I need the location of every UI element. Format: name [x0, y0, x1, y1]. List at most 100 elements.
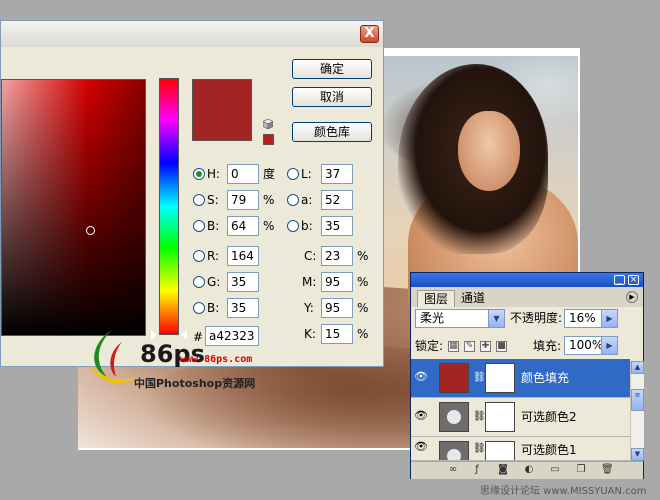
- yellow-label: Y:: [304, 301, 314, 315]
- saturation-field[interactable]: 79: [227, 190, 259, 210]
- lab-l-label: L:: [301, 167, 312, 181]
- fill-field[interactable]: 100% ▶: [564, 336, 618, 355]
- magenta-unit: %: [357, 275, 369, 289]
- eye-icon[interactable]: 👁: [414, 370, 428, 384]
- black-field[interactable]: 15: [321, 324, 353, 344]
- hue-slider[interactable]: [159, 78, 179, 335]
- radio-green[interactable]: [193, 276, 205, 288]
- cyan-field[interactable]: 23: [321, 246, 353, 266]
- color-field-cursor[interactable]: [86, 226, 95, 235]
- scroll-thumb[interactable]: ≡: [631, 389, 644, 411]
- trash-icon[interactable]: 🗑: [601, 464, 614, 476]
- opacity-label: 不透明度:: [510, 311, 563, 325]
- cancel-button[interactable]: 取消: [292, 87, 372, 107]
- radio-red[interactable]: [193, 250, 205, 262]
- radio-lab-b[interactable]: [287, 220, 299, 232]
- lab-b-label: b:: [301, 219, 313, 233]
- layers-panel-titlebar[interactable]: _ ×: [411, 273, 643, 287]
- magenta-label: M:: [302, 275, 317, 289]
- radio-hue[interactable]: [193, 168, 205, 180]
- new-layer-icon[interactable]: ❐: [575, 464, 587, 476]
- color-field[interactable]: [1, 79, 146, 336]
- yellow-unit: %: [357, 301, 369, 315]
- fill-slider-icon[interactable]: ▶: [601, 337, 617, 354]
- chain-link-icon[interactable]: ⛓: [473, 443, 486, 455]
- lab-a-field[interactable]: 52: [321, 190, 353, 210]
- saturation-unit: %: [263, 193, 275, 207]
- chevron-down-icon: ▼: [488, 310, 504, 327]
- lock-position-icon[interactable]: ✚: [480, 341, 491, 352]
- web-safe-cube-icon[interactable]: [263, 119, 273, 129]
- lock-label: 锁定:: [415, 339, 444, 353]
- eye-icon[interactable]: 👁: [414, 409, 428, 423]
- tab-layers[interactable]: 图层: [417, 290, 456, 307]
- adjustment-icon: [447, 449, 461, 460]
- close-icon: X: [364, 26, 375, 41]
- minimize-icon[interactable]: _: [614, 275, 625, 285]
- layer-thumb-color-fill: [439, 363, 469, 393]
- tab-channels[interactable]: 通道: [455, 290, 491, 307]
- black-label: K:: [304, 327, 316, 341]
- new-group-icon[interactable]: ▭: [549, 464, 561, 476]
- fill-label: 填充:: [533, 339, 562, 353]
- adjustment-icon: [447, 410, 461, 424]
- chain-link-icon[interactable]: ⛓: [473, 372, 486, 384]
- lock-all-icon[interactable]: ■: [496, 341, 507, 352]
- hue-field[interactable]: 0: [227, 164, 259, 184]
- eye-icon[interactable]: 👁: [414, 440, 428, 454]
- dialog-titlebar[interactable]: [1, 21, 383, 47]
- magenta-field[interactable]: 95: [321, 272, 353, 292]
- layer-thumb-adjustment: [439, 402, 469, 432]
- radio-saturation[interactable]: [193, 194, 205, 206]
- hue-unit: 度: [263, 167, 276, 181]
- layer-mask-thumb: [485, 363, 515, 393]
- panel-menu-icon[interactable]: ▶: [626, 291, 638, 303]
- layer-mask-thumb: [485, 441, 515, 460]
- scroll-down-icon[interactable]: ▼: [631, 448, 644, 461]
- link-layers-icon[interactable]: ∞: [447, 464, 459, 476]
- adjustment-layer-icon[interactable]: ◐: [523, 464, 535, 476]
- scroll-up-icon[interactable]: ▲: [631, 361, 644, 374]
- blend-mode-select[interactable]: 柔光 ▼: [415, 309, 505, 328]
- color-picker-dialog: X 确定 取消 颜色库 H: 0 度 S: 79 % B: 64 % R: 16…: [0, 20, 384, 367]
- red-field[interactable]: 164: [227, 246, 259, 266]
- radio-lab-l[interactable]: [287, 168, 299, 180]
- lock-image-icon[interactable]: ✎: [464, 341, 475, 352]
- layer-thumb-adjustment: [439, 441, 469, 460]
- close-panel-icon[interactable]: ×: [628, 275, 639, 285]
- fill-value: 100%: [569, 338, 604, 352]
- blue-field[interactable]: 35: [227, 298, 259, 318]
- layers-tabbar: 图层 通道 ▶: [411, 287, 643, 307]
- brightness-field[interactable]: 64: [227, 216, 259, 236]
- radio-brightness[interactable]: [193, 220, 205, 232]
- green-label: G:: [207, 275, 221, 289]
- hue-label: H:: [207, 167, 221, 181]
- yellow-field[interactable]: 95: [321, 298, 353, 318]
- radio-lab-a[interactable]: [287, 194, 299, 206]
- layer-row-selective-color-2[interactable]: 👁 ⛓ 可选颜色2: [411, 398, 630, 437]
- chain-link-icon[interactable]: ⛓: [473, 411, 486, 423]
- green-field[interactable]: 35: [227, 272, 259, 292]
- layer-style-icon[interactable]: ƒ: [471, 464, 483, 476]
- blue-label: B:: [207, 301, 220, 315]
- color-libraries-button[interactable]: 颜色库: [292, 122, 372, 142]
- opacity-slider-icon[interactable]: ▶: [601, 310, 617, 327]
- lock-transparency-icon[interactable]: ▦: [448, 341, 459, 352]
- cyan-unit: %: [357, 249, 369, 263]
- saturation-label: S:: [207, 193, 219, 207]
- opacity-value: 16%: [569, 311, 596, 325]
- layers-scrollbar[interactable]: ▲ ≡ ▼: [630, 361, 644, 461]
- add-mask-icon[interactable]: ◙: [497, 464, 509, 476]
- watermark-url: www.86ps.com: [180, 354, 253, 365]
- opacity-field[interactable]: 16% ▶: [564, 309, 618, 328]
- lab-b-field[interactable]: 35: [321, 216, 353, 236]
- layer-name: 可选颜色2: [521, 410, 577, 424]
- ok-button[interactable]: 确定: [292, 59, 372, 79]
- lab-l-field[interactable]: 37: [321, 164, 353, 184]
- web-safe-swatch[interactable]: [263, 134, 274, 145]
- radio-blue[interactable]: [193, 302, 205, 314]
- layer-row-selective-color-1[interactable]: 👁 ⛓ 可选颜色1: [411, 437, 630, 461]
- layers-bottom-toolbar: ∞ ƒ ◙ ◐ ▭ ❐ 🗑: [411, 461, 643, 479]
- layer-row-color-fill[interactable]: 👁 ⛓ 颜色填充: [411, 359, 630, 398]
- close-button[interactable]: X: [360, 25, 379, 43]
